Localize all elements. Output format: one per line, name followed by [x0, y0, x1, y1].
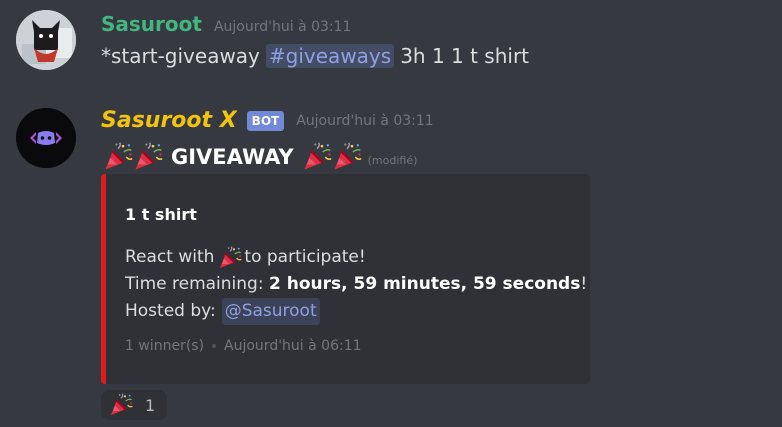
- reaction-count: 1: [145, 395, 156, 415]
- username[interactable]: Sasuroot: [101, 12, 202, 36]
- host-mention[interactable]: @Sasuroot: [221, 298, 320, 325]
- party-popper-icon: [109, 393, 133, 417]
- embed-title: 1 t shirt: [125, 205, 197, 224]
- hosted-by-line: Hosted by: @Sasuroot: [125, 298, 587, 325]
- react-prefix: React with: [125, 247, 215, 267]
- timestamp: Aujourd'hui à 03:11: [213, 19, 352, 35]
- command-args: 3h 1 1 t shirt: [400, 44, 530, 68]
- party-popper-icon: [330, 142, 364, 172]
- command-text: *start-giveaway: [101, 44, 260, 68]
- avatar[interactable]: [16, 10, 76, 70]
- party-popper-icon: [131, 142, 165, 172]
- react-suffix: to participate!: [244, 247, 366, 267]
- time-remaining-line: Time remaining: 2 hours, 59 minutes, 59 …: [125, 271, 587, 298]
- channel-mention[interactable]: #giveaways: [265, 44, 395, 68]
- message-header: Sasuroot Aujourd'hui à 03:11: [101, 12, 351, 36]
- bot-username[interactable]: Sasuroot X: [101, 108, 237, 133]
- embed-description: React with to participate! Time remainin…: [125, 244, 587, 325]
- timestamp: Aujourd'hui à 03:11: [296, 112, 434, 129]
- time-label: Time remaining:: [125, 274, 269, 294]
- hosted-label: Hosted by:: [125, 301, 216, 321]
- time-value: 2 hours, 59 minutes, 59 seconds: [268, 274, 581, 294]
- reaction-button[interactable]: 1: [101, 390, 167, 420]
- message-content: *start-giveaway #giveaways 3h 1 1 t shir…: [101, 44, 529, 68]
- party-popper-icon: [218, 246, 242, 270]
- react-line: React with to participate!: [125, 244, 587, 271]
- time-suffix: !: [580, 274, 588, 294]
- end-time: Aujourd'hui à 06:11: [224, 338, 362, 354]
- bot-badge: BOT: [246, 110, 285, 131]
- discord-logo-icon: [16, 108, 76, 168]
- giveaway-embed: 1 t shirt React with to participate! Tim…: [101, 174, 590, 384]
- winner-count: 1 winner(s): [125, 338, 205, 354]
- edited-label: (modifié): [367, 153, 418, 167]
- footer-separator: [212, 344, 217, 348]
- giveaway-title: GIVEAWAY: [171, 145, 294, 169]
- party-popper-icon: [101, 142, 135, 172]
- message-header: Sasuroot X BOT Aujourd'hui à 03:11: [101, 108, 434, 133]
- user-avatar-icon: [16, 10, 76, 70]
- party-popper-icon: [300, 142, 334, 172]
- embed-footer: 1 winner(s) Aujourd'hui à 06:11: [125, 338, 362, 354]
- giveaway-heading: GIVEAWAY (modifié): [101, 142, 417, 172]
- avatar[interactable]: [16, 108, 76, 168]
